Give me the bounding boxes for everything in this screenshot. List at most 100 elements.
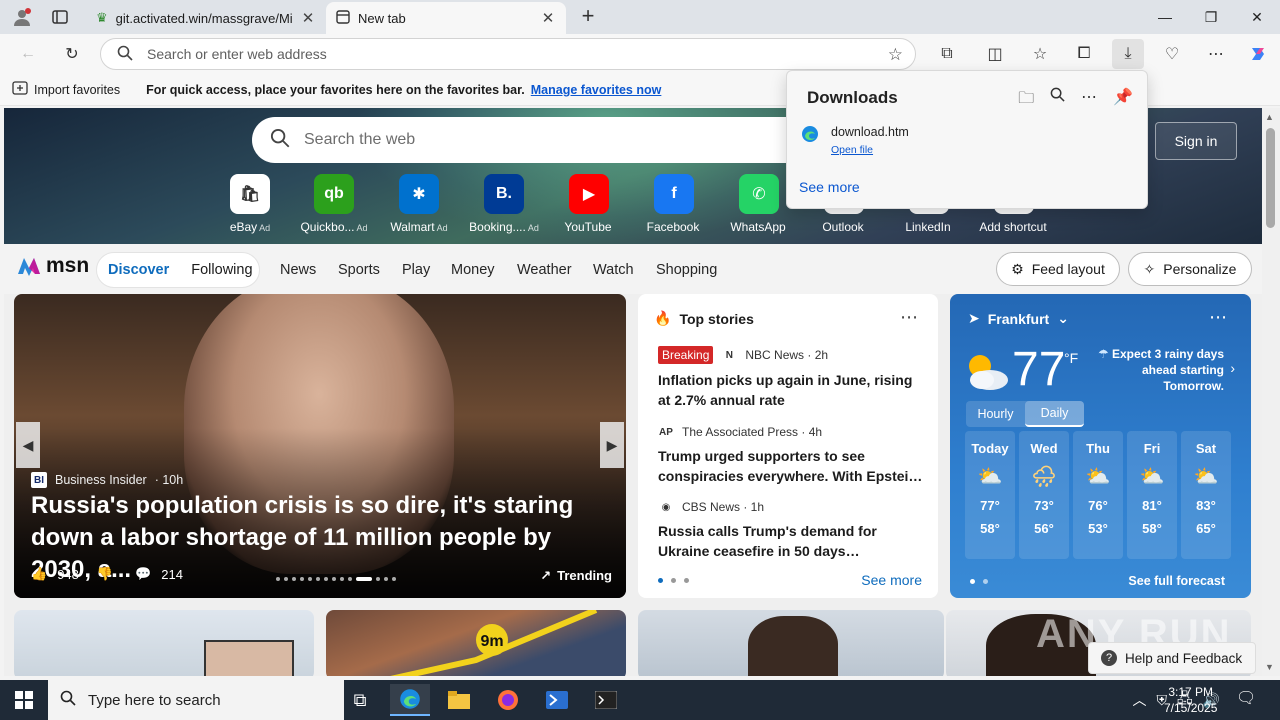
shortcut-tile[interactable]: f Facebook (632, 174, 716, 234)
downloads-icon[interactable]: ⤓ (1112, 39, 1144, 69)
close-tab-icon[interactable]: ✕ (300, 9, 316, 27)
temperature-unit[interactable]: °F (1064, 350, 1078, 366)
open-file-link[interactable]: Open file (831, 144, 909, 156)
story-title[interactable]: Inflation picks up again in June, rising… (658, 370, 928, 410)
copilot-icon[interactable] (1244, 42, 1272, 66)
news-card[interactable] (14, 610, 314, 676)
taskbar-search-box[interactable]: Type here to search (48, 680, 344, 720)
nav-news[interactable]: News (280, 262, 316, 278)
nav-sports[interactable]: Sports (338, 262, 380, 278)
feed-layout-button[interactable]: ⚙ Feed layout (996, 252, 1120, 286)
taskbar-clock[interactable]: 3:17 PM 7/15/2025 (1164, 684, 1217, 716)
scroll-down-icon[interactable]: ▼ (1265, 662, 1274, 672)
scrollbar-thumb[interactable] (1266, 128, 1275, 228)
downloads-see-more-link[interactable]: See more (799, 179, 860, 195)
forecast-day[interactable]: Sat ⛅ 83° 65° (1181, 431, 1231, 559)
tab-discover[interactable]: Discover (108, 262, 169, 278)
more-options-icon[interactable]: ⋯ (1081, 87, 1097, 114)
dislike-icon[interactable]: 👎 (97, 566, 113, 582)
search-icon[interactable] (1050, 87, 1065, 114)
close-window-button[interactable]: ✕ (1234, 0, 1280, 34)
nav-watch[interactable]: Watch (593, 262, 634, 278)
carousel-next-button[interactable]: ▶ (600, 422, 624, 468)
story-title[interactable]: Trump urged supporters to see conspiraci… (658, 446, 928, 486)
story-item[interactable]: AP The Associated Press · 4h Trump urged s… (658, 424, 928, 486)
nav-money[interactable]: Money (451, 262, 495, 278)
back-button[interactable]: ← (14, 42, 42, 66)
personalize-button[interactable]: ✧ Personalize (1128, 252, 1252, 286)
chevron-up-icon[interactable]: ︿ (1132, 690, 1146, 710)
nav-shopping[interactable]: Shopping (656, 262, 717, 278)
forecast-day[interactable]: Wed 🌧 73° 56° (1019, 431, 1069, 559)
hourly-tab[interactable]: Hourly (966, 401, 1025, 427)
minimize-button[interactable]: — (1142, 0, 1188, 34)
chevron-right-icon[interactable]: › (1230, 360, 1235, 376)
extensions-icon[interactable]: ⧉ (933, 42, 961, 66)
manage-favorites-link[interactable]: Manage favorites now (531, 83, 662, 97)
start-button[interactable] (4, 684, 44, 716)
ad-badge: Ad (356, 223, 368, 233)
msn-logo[interactable]: msn (16, 254, 89, 278)
shortcut-tile[interactable]: ✱ Walmart Ad (377, 174, 461, 234)
forecast-day[interactable]: Fri ⛅ 81° 58° (1127, 431, 1177, 559)
profile-icon[interactable] (10, 6, 34, 28)
weather-more-icon[interactable]: ⋯ (1209, 307, 1227, 328)
favorites-icon[interactable]: ☆ (1026, 42, 1054, 66)
notifications-icon[interactable]: 🗨 (1236, 688, 1256, 708)
tab-massgrave[interactable]: ♛ git.activated.win/massgrave/Micr ✕ (86, 2, 326, 34)
pin-icon[interactable]: 📌 (1113, 87, 1133, 114)
task-view-icon[interactable]: ⧉ (340, 684, 380, 716)
news-card[interactable] (638, 610, 944, 676)
shortcut-tile[interactable]: B. Booking.... Ad (462, 174, 546, 234)
shortcut-tile[interactable]: 🛍 eBay Ad (208, 174, 292, 234)
browser-essentials-icon[interactable]: ♡ (1158, 42, 1186, 66)
close-tab-icon[interactable]: ✕ (540, 9, 556, 27)
powershell-icon[interactable] (537, 684, 577, 716)
news-card[interactable]: 9m (326, 610, 626, 676)
like-icon[interactable]: 👍 (31, 566, 47, 582)
help-feedback-button[interactable]: ? Help and Feedback (1088, 642, 1256, 674)
shortcut-label-text: Facebook (646, 220, 700, 234)
forecast-day[interactable]: Thu ⛅ 76° 53° (1073, 431, 1123, 559)
refresh-button[interactable]: ↻ (58, 42, 86, 66)
tab-actions-icon[interactable] (48, 6, 72, 28)
shortcut-tile[interactable]: qb Quickbo... Ad (292, 174, 376, 234)
more-menu-icon[interactable]: ⋯ (1202, 42, 1230, 66)
weather-forecast-note[interactable]: ☂ Expect 3 rainy days ahead starting Tom… (1096, 346, 1224, 394)
new-tab-button[interactable]: + (576, 5, 600, 29)
story-item[interactable]: Breaking N NBC News · 2h Inflation picks up… (658, 346, 928, 410)
daily-tab[interactable]: Daily (1025, 401, 1084, 427)
nav-play[interactable]: Play (402, 262, 430, 278)
address-bar[interactable]: Search or enter web address ☆ (100, 38, 916, 70)
featured-article[interactable]: ◀ ▶ BI Business Insider · 10h Russia's p… (14, 294, 626, 598)
favorite-star-icon[interactable]: ☆ (888, 45, 903, 65)
download-item[interactable]: download.htm Open file (801, 125, 909, 156)
story-item[interactable]: ◉ CBS News · 1h Russia calls Trump's deman… (658, 499, 928, 561)
forecast-day[interactable]: Today ⛅ 77° 58° (965, 431, 1015, 559)
restore-button[interactable]: ❐ (1188, 0, 1234, 34)
high-temp: 83° (1196, 498, 1216, 513)
vertical-scrollbar[interactable]: ▲ ▼ (1262, 108, 1280, 676)
see-full-forecast-link[interactable]: See full forecast (1128, 574, 1225, 588)
more-options-icon[interactable]: ⋯ (900, 307, 918, 328)
nav-weather[interactable]: Weather (517, 262, 572, 278)
see-more-link[interactable]: See more (861, 572, 922, 588)
terminal-icon[interactable] (586, 684, 626, 716)
sign-in-button[interactable]: Sign in (1155, 122, 1237, 160)
import-favorites-button[interactable]: Import favorites (12, 81, 120, 98)
file-explorer-icon[interactable] (439, 684, 479, 716)
weather-location[interactable]: ➤ Frankfurt ⌄ (968, 310, 1069, 327)
tab-following[interactable]: Following (191, 262, 252, 278)
firefox-icon[interactable] (488, 684, 528, 716)
carousel-prev-button[interactable]: ◀ (16, 422, 40, 468)
tab-new-tab[interactable]: New tab ✕ (326, 2, 566, 34)
split-screen-icon[interactable]: ◫ (981, 42, 1009, 66)
web-search-box[interactable]: Search the web (252, 117, 812, 163)
story-title[interactable]: Russia calls Trump's demand for Ukraine … (658, 521, 928, 561)
comment-icon[interactable]: 💬 (135, 566, 151, 582)
edge-taskbar-icon[interactable] (390, 684, 430, 716)
open-folder-icon[interactable]: 🗀 (1018, 87, 1034, 114)
collections-icon[interactable]: ⧠ (1070, 42, 1098, 66)
scroll-up-icon[interactable]: ▲ (1265, 112, 1274, 122)
shortcut-tile[interactable]: ▶ YouTube (547, 174, 631, 234)
